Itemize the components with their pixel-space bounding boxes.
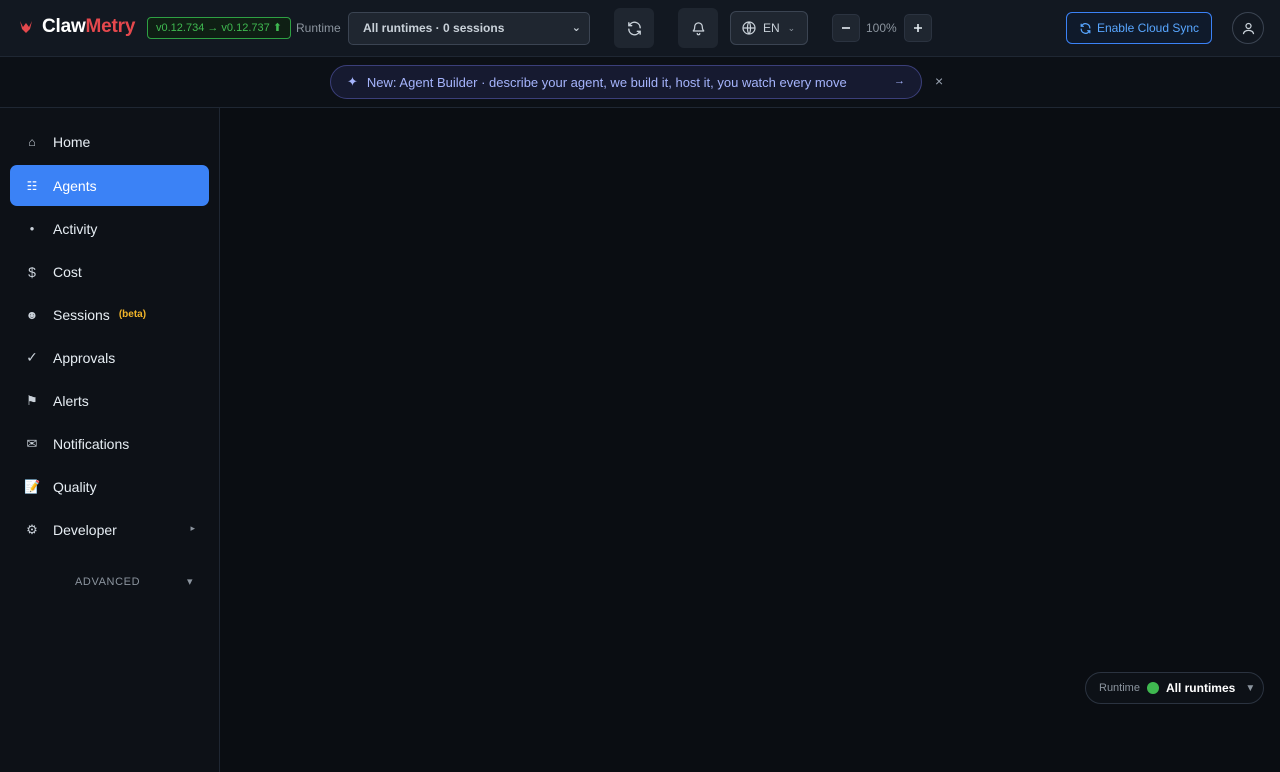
status-dot-icon	[1146, 682, 1159, 694]
zoom-out-button[interactable]	[832, 14, 860, 42]
runtime-switcher[interactable]: Runtime All runtimes ▼	[1085, 672, 1264, 704]
top-bar: ClawMetry v0.12.734 → v0.12.737 ⬆ Runtim…	[0, 0, 1280, 57]
claw-logo-icon	[20, 21, 32, 33]
runtime-select[interactable]: All runtimes · 0 sessions ⌄	[348, 12, 590, 45]
sidebar-item-label: Sessions	[53, 306, 110, 323]
logo-part-1: Claw	[42, 16, 86, 37]
sidebar-item-activity[interactable]: ● Activity	[10, 208, 209, 249]
sparkle-icon: ✦	[347, 74, 358, 89]
user-icon	[1242, 22, 1254, 34]
refresh-icon	[627, 21, 641, 35]
sidebar-item-alerts[interactable]: ⚑ Alerts	[10, 380, 209, 421]
activity-icon: ●	[29, 224, 35, 233]
chevron-down-icon: ▼	[1245, 682, 1256, 694]
agent-builder-banner[interactable]: ✦ New: Agent Builder · describe your age…	[330, 65, 922, 99]
sidebar-item-label: Alerts	[53, 392, 89, 409]
minus-icon	[842, 27, 850, 29]
sidebar-item-cost[interactable]: $ Cost	[10, 251, 209, 292]
runtime-switcher-value: All runtimes	[1165, 681, 1236, 695]
user-avatar-button[interactable]	[1232, 12, 1264, 44]
logo[interactable]: ClawMetry	[18, 16, 135, 38]
sidebar-item-label: Notifications	[53, 435, 130, 452]
sidebar-item-sessions[interactable]: ☻ Sessions (beta)	[10, 294, 209, 335]
sidebar-item-approvals[interactable]: ✓ Approvals	[10, 337, 209, 378]
announcement-bar: ✦ New: Agent Builder · describe your age…	[0, 57, 1280, 108]
beta-badge: (beta)	[118, 309, 147, 320]
version-badge[interactable]: v0.12.734 → v0.12.737 ⬆	[147, 17, 292, 39]
language-select[interactable]: EN ⌄	[730, 11, 808, 45]
runtime-label: Runtime	[296, 21, 341, 35]
sidebar-item-home[interactable]: ⌂ Home	[10, 121, 209, 162]
sidebar-item-label: Developer	[53, 521, 117, 538]
runtime-select-value: All runtimes · 0 sessions	[363, 21, 505, 35]
sidebar-item-notifications[interactable]: ✉ Notifications	[10, 423, 209, 464]
sidebar-item-label: Approvals	[53, 349, 116, 366]
language-value: EN	[763, 21, 780, 35]
cloud-sync-label: Enable Cloud Sync	[1096, 21, 1200, 35]
memo-icon: 📝	[24, 478, 41, 494]
sidebar-item-label: Home	[53, 133, 91, 150]
envelope-icon: ✉	[26, 435, 38, 451]
sidebar-item-developer[interactable]: ⚙ Developer ▸	[10, 509, 209, 550]
close-icon[interactable]: ×	[935, 73, 943, 89]
logo-text: ClawMetry	[42, 16, 135, 38]
check-icon: ✓	[26, 349, 38, 365]
notifications-button[interactable]	[678, 8, 718, 48]
chevron-down-icon: ⌄	[787, 22, 796, 33]
flag-icon: ⚑	[26, 392, 38, 408]
sidebar-item-label: Quality	[53, 478, 97, 495]
logo-part-2: Metry	[85, 16, 136, 37]
sidebar-item-quality[interactable]: 📝 Quality	[10, 466, 209, 507]
plus-icon	[914, 24, 922, 32]
sidebar-item-agents[interactable]: ☷ Agents	[10, 165, 209, 206]
enable-cloud-sync-button[interactable]: Enable Cloud Sync	[1066, 12, 1212, 44]
banner-text: New: Agent Builder · describe your agent…	[366, 74, 847, 90]
sidebar-item-label: Cost	[53, 263, 82, 280]
chevron-right-icon: ▸	[190, 523, 195, 533]
sync-icon	[1080, 22, 1091, 34]
refresh-button[interactable]	[614, 8, 654, 48]
arrow-right-icon: →	[894, 75, 905, 87]
agents-icon: ☷	[26, 178, 38, 193]
globe-icon	[742, 21, 756, 35]
bell-icon	[692, 21, 704, 35]
runtime-switcher-label: Runtime	[1099, 682, 1140, 694]
gear-icon: ⚙	[26, 521, 38, 537]
sidebar: ⌂ Home ☷ Agents ● Activity $ Cost ☻ Sess…	[0, 108, 220, 772]
dollar-icon: $	[28, 263, 36, 280]
sidebar-item-label: Activity	[53, 220, 98, 237]
zoom-in-button[interactable]	[904, 14, 932, 42]
advanced-section-label[interactable]: ADVANCED	[75, 576, 140, 588]
chevron-down-icon: ⌄	[571, 22, 581, 34]
home-icon: ⌂	[28, 134, 36, 149]
sidebar-item-label: Agents	[53, 177, 97, 194]
sessions-icon: ☻	[25, 307, 39, 322]
zoom-level: 100%	[866, 21, 897, 35]
chevron-down-icon[interactable]: ▾	[187, 575, 193, 588]
